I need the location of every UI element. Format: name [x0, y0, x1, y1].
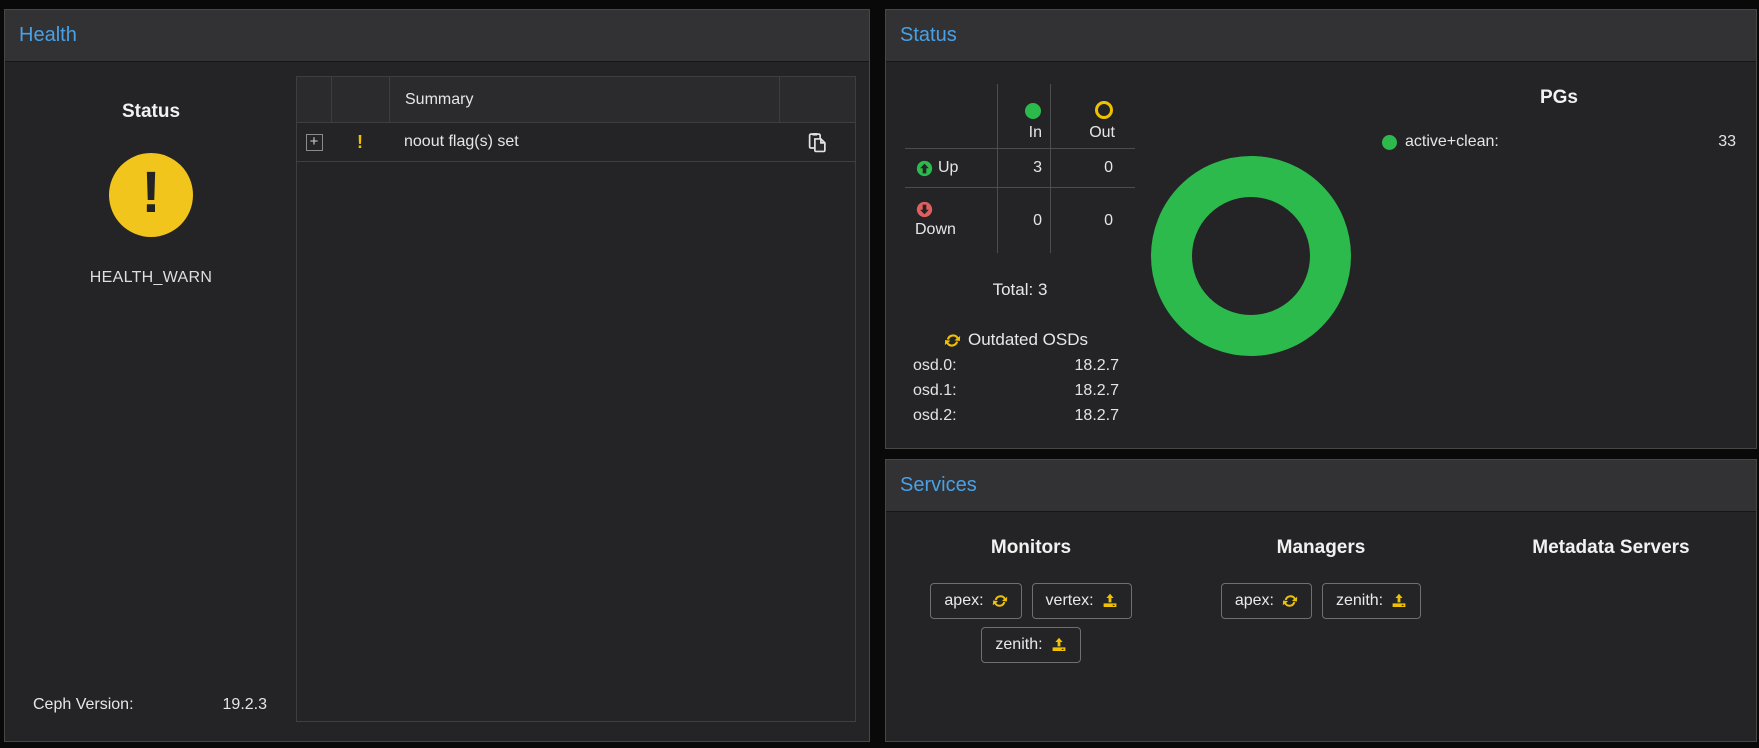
pg-state-dot-icon [1382, 135, 1397, 150]
monitor-name: vertex: [1046, 592, 1094, 610]
osd-down-out-value: 0 [1050, 187, 1135, 253]
managers-buttons: apex: zenith: [1221, 583, 1421, 619]
health-status-heading: Status [5, 101, 297, 123]
out-ring-icon [1095, 101, 1113, 119]
pgs-heading: PGs [1382, 87, 1736, 109]
osd-up-out-value: 0 [1050, 148, 1135, 187]
osd-version: 18.2.7 [1075, 407, 1119, 425]
manager-zenith-button[interactable]: zenith: [1322, 583, 1421, 619]
pg-legend-row: active+clean: 33 [1382, 133, 1736, 151]
monitor-name: zenith: [995, 636, 1042, 654]
outdated-osds-block: Outdated OSDs osd.0: 18.2.7 osd.1: 18.2.… [913, 330, 1119, 425]
manager-apex-button[interactable]: apex: [1221, 583, 1312, 619]
summary-column-header: Summary [389, 77, 779, 122]
down-label: Down [915, 219, 997, 241]
outdated-osds-heading: Outdated OSDs [968, 330, 1088, 350]
osd-name: osd.0: [913, 357, 957, 375]
refresh-icon [1282, 593, 1298, 609]
expand-row-icon[interactable]: + [306, 134, 323, 151]
osd-out-header: Out [1050, 84, 1135, 148]
monitors-heading: Monitors [991, 537, 1071, 559]
health-status-value: HEALTH_WARN [5, 269, 297, 287]
pgs-block: PGs active+clean: 33 [1382, 87, 1736, 151]
osd-name: osd.2: [913, 407, 957, 425]
osd-name: osd.1: [913, 382, 957, 400]
status-panel-title: Status [900, 24, 957, 47]
monitor-vertex-button[interactable]: vertex: [1032, 583, 1132, 619]
status-panel-body: In Out Up 3 0 Down [886, 63, 1756, 448]
expander-cell: + [297, 134, 331, 151]
health-panel-header: Health [5, 10, 869, 62]
outdated-osd-row: osd.1: 18.2.7 [913, 382, 1119, 400]
monitor-zenith-button[interactable]: zenith: [981, 627, 1080, 663]
health-warning-circle-icon: ! [109, 153, 193, 237]
osd-total-label: Total: [993, 280, 1034, 299]
warning-exclamation-glyph: ! [141, 164, 160, 227]
upload-icon [1051, 637, 1067, 653]
actions-column-header [779, 77, 855, 122]
summary-table-header: Summary [297, 77, 855, 123]
osd-inout-table: In Out Up 3 0 Down [905, 84, 1135, 253]
ceph-version-label: Ceph Version: [33, 696, 134, 714]
services-columns: Monitors apex: vertex: [886, 513, 1756, 741]
health-panel-body: Status ! HEALTH_WARN Summary + ! noout f… [5, 63, 869, 741]
osd-in-header: In [997, 84, 1050, 148]
pg-state-value: 33 [1718, 133, 1736, 151]
ceph-version-value: 19.2.3 [223, 696, 267, 714]
osd-version: 18.2.7 [1075, 357, 1119, 375]
refresh-icon [992, 593, 1008, 609]
osd-down-in-value: 0 [997, 187, 1050, 253]
manager-name: zenith: [1336, 592, 1383, 610]
row-warning-icon: ! [331, 132, 389, 153]
up-label: Up [938, 159, 958, 177]
row-summary-text: noout flag(s) set [389, 133, 779, 151]
outdated-osd-row: osd.2: 18.2.7 [913, 407, 1119, 425]
upload-icon [1102, 593, 1118, 609]
services-panel: Services Monitors apex: vertex: [885, 459, 1757, 742]
health-panel-title: Health [19, 24, 77, 47]
managers-heading: Managers [1277, 537, 1366, 559]
metadata-servers-heading: Metadata Servers [1532, 537, 1689, 559]
services-panel-header: Services [886, 460, 1756, 512]
monitor-name: apex: [944, 592, 983, 610]
osd-down-icon [916, 201, 933, 218]
metadata-servers-column: Metadata Servers [1466, 513, 1756, 741]
managers-column: Managers apex: zenith: [1176, 513, 1466, 741]
health-status-block: Status ! HEALTH_WARN [5, 63, 297, 287]
osd-up-in-value: 3 [997, 148, 1050, 187]
status-panel-header: Status [886, 10, 1756, 62]
pg-donut-chart [1151, 156, 1351, 356]
copy-icon[interactable] [807, 132, 828, 153]
copy-cell [779, 132, 855, 153]
expander-column-header [297, 77, 331, 122]
outdated-osd-row: osd.0: 18.2.7 [913, 357, 1119, 375]
outdated-osds-heading-row: Outdated OSDs [913, 330, 1119, 350]
services-panel-title: Services [900, 474, 977, 497]
osd-up-row-label: Up [905, 148, 997, 187]
in-dot-icon [1025, 103, 1041, 119]
osd-down-row-label: Down [905, 187, 997, 253]
osd-up-icon [916, 160, 933, 177]
monitors-buttons: apex: vertex: zenith [905, 583, 1157, 663]
pg-state-label: active+clean: [1405, 133, 1499, 151]
refresh-icon [944, 332, 961, 349]
ceph-dashboard: { "colors": { "accent_blue": "#4aa0e4", … [0, 0, 1759, 748]
osd-table-corner [905, 84, 997, 148]
status-panel: Status In Out Up 3 0 [885, 9, 1757, 449]
severity-column-header [331, 77, 389, 122]
osd-version: 18.2.7 [1075, 382, 1119, 400]
monitors-column: Monitors apex: vertex: [886, 513, 1176, 741]
in-header-label: In [1029, 124, 1042, 142]
out-header-label: Out [1089, 124, 1115, 142]
services-panel-body: Monitors apex: vertex: [886, 513, 1756, 741]
ceph-version-row: Ceph Version: 19.2.3 [33, 696, 267, 714]
monitor-apex-button[interactable]: apex: [930, 583, 1021, 619]
summary-table-row[interactable]: + ! noout flag(s) set [297, 123, 855, 162]
osd-total-line: Total: 3 [905, 280, 1135, 300]
upload-icon [1391, 593, 1407, 609]
health-summary-table: Summary + ! noout flag(s) set [296, 76, 856, 722]
osd-total-value: 3 [1038, 280, 1047, 299]
health-panel: Health Status ! HEALTH_WARN Summary + ! … [4, 9, 870, 742]
manager-name: apex: [1235, 592, 1274, 610]
